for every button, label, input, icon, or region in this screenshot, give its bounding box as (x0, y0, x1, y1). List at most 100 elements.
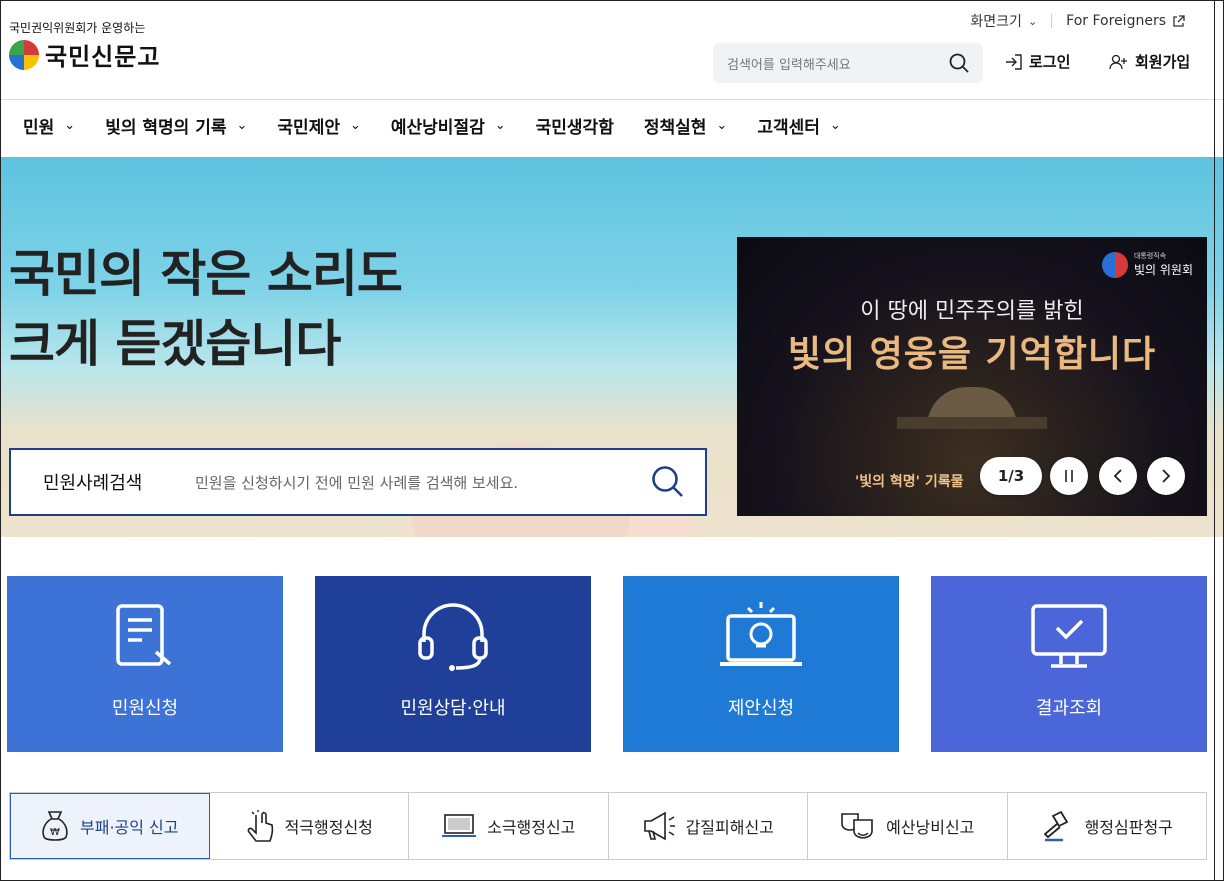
banner-org-small: 대통령직속 (1133, 252, 1167, 260)
tile-civil-apply[interactable]: 민원신청 (7, 576, 283, 752)
header-divider (1, 99, 1223, 100)
quick-label: 예산낭비신고 (886, 818, 975, 837)
signup-label: 회원가입 (1135, 53, 1191, 71)
pause-button[interactable] (1050, 457, 1088, 495)
hero-line-1: 국민의 작은 소리도 (9, 245, 403, 303)
login-button[interactable]: 로그인 (1005, 51, 1070, 72)
quick-label: 갑질피해신고 (685, 818, 774, 837)
chevron-down-icon: ⌄ (236, 118, 248, 133)
gavel-icon (1043, 810, 1068, 842)
tile-label: 제안신청 (727, 698, 795, 719)
chevron-down-icon: ⌄ (494, 118, 506, 133)
next-button[interactable] (1147, 457, 1185, 495)
search-icon[interactable] (949, 53, 969, 73)
right-border (1214, 1, 1215, 880)
chevron-left-icon (1113, 469, 1122, 483)
chevron-down-icon: ⌄ (1027, 14, 1038, 28)
laptop-icon (442, 814, 477, 837)
tile-consult[interactable]: 민원상담·안내 (315, 576, 591, 752)
login-label: 로그인 (1029, 53, 1071, 71)
nav-item-proposal[interactable]: 국민제안 ⌄ (277, 113, 360, 138)
headset-icon (418, 603, 488, 671)
for-foreigners-label: For Foreigners (1066, 13, 1166, 29)
quick-label: 소극행정신고 (487, 818, 576, 837)
hero-title: 국민의 작은 소리도 크게 듣겠습니다 (9, 239, 403, 379)
font-size-toggle[interactable]: 화면크기 ⌄ (970, 11, 1037, 31)
nav-item-light-revolution[interactable]: 빛의 혁명의 기록 ⌄ (105, 113, 247, 138)
quick-report-bar: ₩ 부패·공익 신고 적극행정신청 소극행정신고 갑질피해신고 예산낭비신고 행… (9, 792, 1207, 860)
banner-pager-label: 1/3 (997, 467, 1025, 485)
external-link-icon (1173, 14, 1185, 27)
banner-line-1: 이 땅에 민주주의를 밝힌 (860, 299, 1084, 324)
page: 화면크기 ⌄ For Foreigners 국민권익위원회가 운영하는 국민신문… (0, 0, 1224, 881)
nav-label: 국민생각함 (535, 118, 614, 138)
tile-label: 민원신청 (111, 698, 179, 719)
hero-line-2: 크게 듣겠습니다 (9, 315, 341, 373)
chevron-down-icon: ⌄ (64, 118, 76, 133)
site-logo[interactable]: 국민신문고 (9, 37, 160, 72)
assembly-base (897, 417, 1047, 429)
nav-item-support[interactable]: 고객센터 ⌄ (757, 113, 840, 138)
nav-label: 민원 (23, 118, 55, 138)
nav-label: 빛의 혁명의 기록 (105, 118, 227, 138)
nav-item-opinion[interactable]: 국민생각함 (536, 113, 614, 138)
chevron-down-icon: ⌄ (716, 118, 728, 133)
case-search-input[interactable]: 민원을 신청하시기 전에 민원 사례를 검색해 보세요. (195, 472, 651, 493)
case-search-box[interactable]: 민원사례검색 민원을 신청하시기 전에 민원 사례를 검색해 보세요. (9, 448, 707, 516)
quick-label: 행정심판청구 (1084, 818, 1173, 837)
laptop-bulb-icon (720, 602, 802, 666)
quick-budget-waste[interactable]: 예산낭비신고 (808, 793, 1008, 859)
quick-label: 부패·공익 신고 (80, 818, 179, 837)
quick-corruption-report[interactable]: ₩ 부패·공익 신고 (10, 793, 210, 859)
pointer-hand-icon (247, 810, 273, 842)
chevron-down-icon: ⌄ (829, 118, 841, 133)
masks-icon (841, 813, 873, 839)
nav-label: 예산낭비절감 (390, 118, 485, 138)
tile-label: 민원상담·안내 (400, 698, 506, 719)
document-pen-icon (116, 604, 172, 666)
tile-proposal[interactable]: 제안신청 (623, 576, 899, 752)
banner-caption: '빛의 혁명' 기록물 (855, 474, 964, 490)
megaphone-icon (643, 811, 675, 841)
site-tagline: 국민권익위원회가 운영하는 (9, 21, 146, 35)
quick-admin-appeal[interactable]: 행정심판청구 (1008, 793, 1207, 859)
divider (1051, 14, 1053, 28)
search-input[interactable]: 검색어를 입력해주세요 (727, 54, 949, 73)
signup-button[interactable]: 회원가입 (1109, 51, 1190, 72)
monitor-check-icon (1031, 604, 1107, 668)
banner-org-name: 빛의 위원회 (1133, 263, 1193, 277)
nav-label: 국민제안 (277, 118, 340, 138)
main-nav: 민원 ⌄ 빛의 혁명의 기록 ⌄ 국민제안 ⌄ 예산낭비절감 ⌄ 국민생각함 정책실현 ⌄… (23, 113, 871, 138)
banner-pager: 1/3 (980, 457, 1042, 495)
case-search-label: 민원사례검색 (43, 473, 143, 494)
tile-result[interactable]: 결과조회 (931, 576, 1207, 752)
quick-abuse-report[interactable]: 갑질피해신고 (609, 793, 808, 859)
banner-line-2: 빛의 영웅을 기억합니다 (787, 334, 1157, 375)
for-foreigners-link[interactable]: For Foreigners (1066, 13, 1185, 29)
nav-label: 고객센터 (757, 118, 820, 138)
money-bag-icon: ₩ (42, 811, 68, 841)
chevron-right-icon (1162, 469, 1171, 483)
pause-icon (1065, 470, 1073, 482)
utility-bar: 화면크기 ⌄ For Foreigners (970, 11, 1185, 31)
chevron-down-icon: ⌄ (349, 118, 361, 133)
header-search[interactable]: 검색어를 입력해주세요 (713, 43, 983, 83)
quick-label: 적극행정신청 (284, 818, 373, 837)
nav-item-policy[interactable]: 정책실현 ⌄ (644, 113, 727, 138)
quick-passive-admin[interactable]: 소극행정신고 (409, 793, 609, 859)
nav-item-budget[interactable]: 예산낭비절감 ⌄ (391, 113, 506, 138)
banner-org: 대통령직속빛의 위원회 (1101, 251, 1193, 278)
gov-seal-icon (1101, 251, 1128, 278)
logo-mark-icon (9, 39, 39, 70)
nav-item-civil[interactable]: 민원 ⌄ (23, 113, 75, 138)
tile-label: 결과조회 (1035, 698, 1103, 719)
quick-active-admin[interactable]: 적극행정신청 (210, 793, 409, 859)
login-icon (1006, 53, 1022, 70)
search-icon[interactable] (651, 465, 685, 499)
svg-text:₩: ₩ (50, 827, 60, 838)
site-name: 국민신문고 (45, 42, 161, 71)
nav-label: 정책실현 (643, 118, 707, 138)
prev-button[interactable] (1099, 457, 1137, 495)
font-size-label: 화면크기 (970, 14, 1022, 30)
add-user-icon (1109, 54, 1127, 69)
